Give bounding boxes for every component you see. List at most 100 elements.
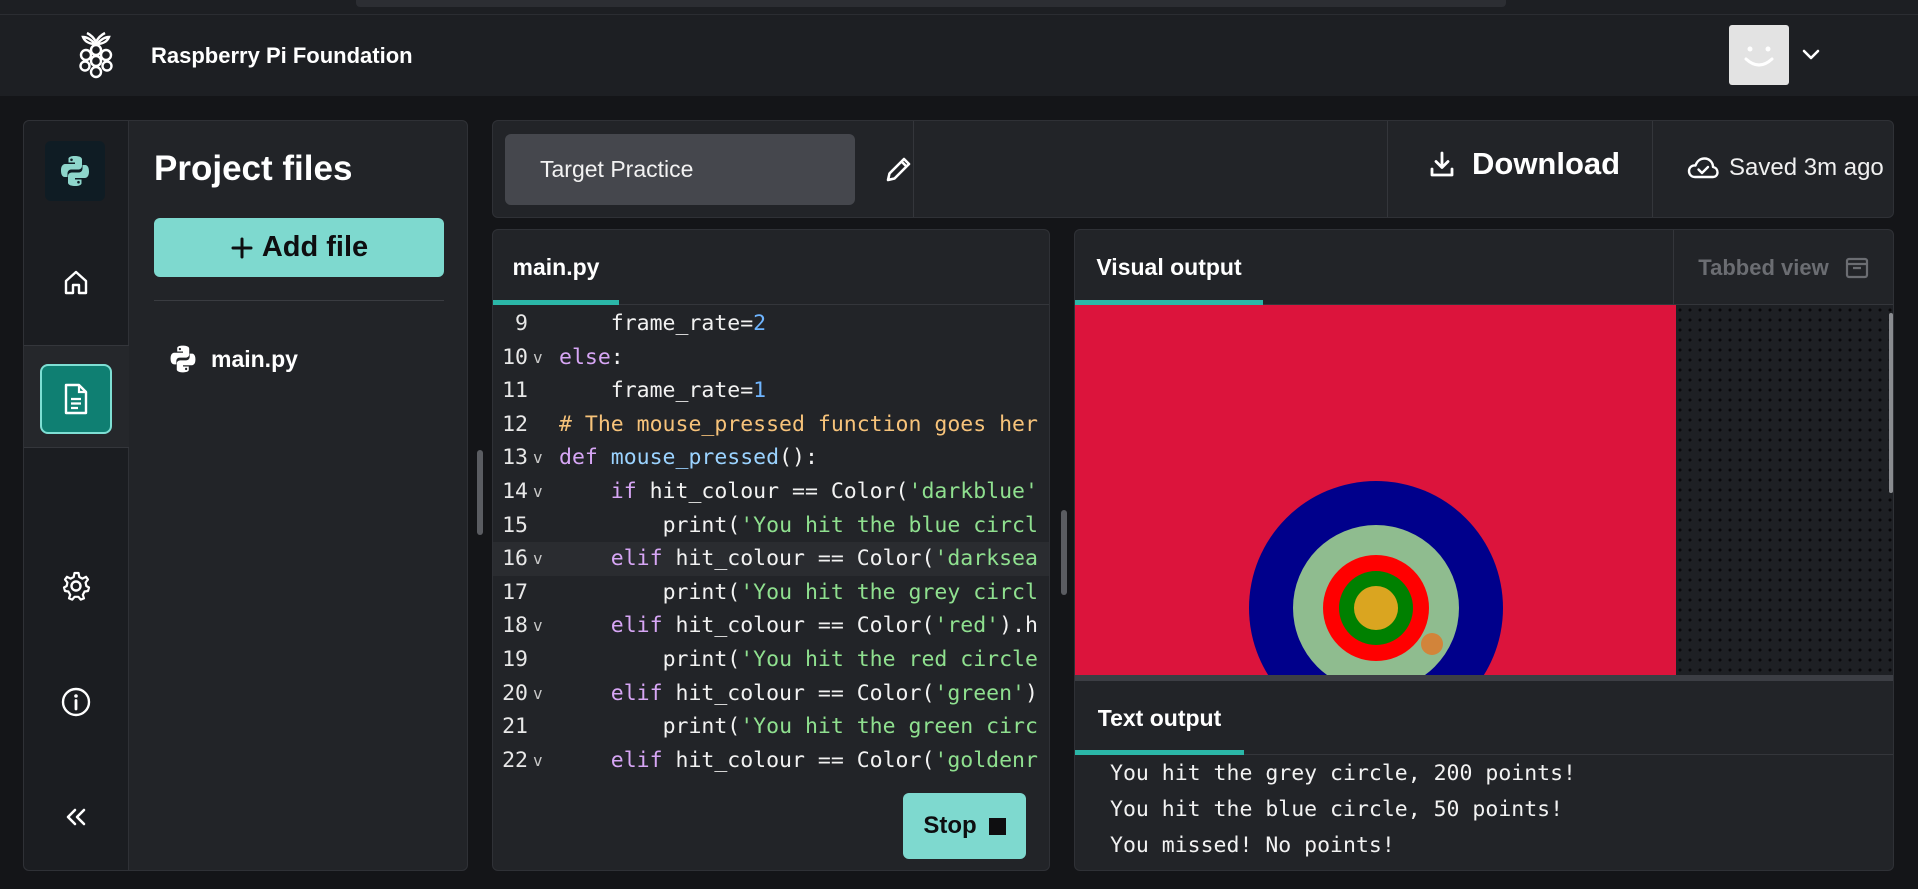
code-token: elif (610, 747, 663, 773)
code-token: print( (662, 512, 741, 538)
code-token: if (610, 479, 637, 504)
chevron-down-icon[interactable] (1799, 43, 1823, 67)
code-area[interactable]: 9 frame_rate=2 10 v else: 11 frame_rate=1 12 #… (493, 305, 1049, 775)
editor-tab-bar: main.py (493, 230, 1049, 305)
code-token: 'You hit the grey circl (740, 579, 1038, 605)
text-output: You hit the grey circle, 200 points! You… (1110, 756, 1576, 864)
stop-square-icon (988, 817, 1006, 835)
fold-toggle-icon[interactable]: v (533, 677, 543, 711)
code-token: mouse_pressed (610, 445, 780, 471)
code-token: (): (779, 445, 818, 471)
code-token: 2 (753, 311, 767, 336)
code-token: 1 (753, 378, 767, 404)
line-number: 17 (502, 579, 528, 605)
output-line: You hit the blue circle, 50 points! (1110, 797, 1564, 822)
code-text: else: (559, 341, 624, 375)
code-token: frame_rate= (610, 378, 754, 404)
visual-output-canvas[interactable] (1075, 305, 1676, 675)
code-token: print( (662, 714, 741, 740)
visual-scrollbar[interactable] (1889, 313, 1893, 493)
sidebar-item-files[interactable] (24, 345, 129, 448)
code-text: elif hit_colour == Color('red').h (559, 609, 1038, 643)
plus-icon (231, 237, 253, 258)
code-text: print('You hit the green circ (559, 710, 1038, 744)
code-token: ) (1025, 680, 1038, 706)
output-line: You hit the grey circle, 200 points! (1110, 761, 1576, 786)
code-token: 'You hit the blue circl (740, 512, 1038, 538)
code-text: elif hit_colour == Color('green') (559, 677, 1038, 711)
tab-visual-output[interactable]: Visual output (1075, 230, 1263, 305)
line-number: 10 (502, 344, 528, 370)
file-list-item[interactable]: main.py (167, 343, 298, 375)
browser-top-strip (0, 0, 1918, 14)
tab-main-py[interactable]: main.py (493, 230, 619, 305)
window-icon (1845, 257, 1868, 278)
raspberry-pi-logo-icon[interactable] (73, 29, 119, 81)
code-token: 'You hit the red circle (740, 647, 1038, 672)
tab-label: Text output (1097, 704, 1222, 731)
fold-toggle-icon[interactable]: v (533, 341, 543, 375)
line-number: 12 (502, 411, 528, 437)
code-token: elif (610, 546, 663, 572)
code-token: hit_colour == Color( (662, 546, 935, 572)
project-files-title: Project files (154, 149, 353, 188)
fold-toggle-icon[interactable]: v (533, 441, 543, 475)
file-icon[interactable] (40, 364, 112, 434)
code-text: frame_rate=2 (559, 307, 766, 341)
code-token: def (559, 445, 611, 471)
code-token: 'green' (934, 680, 1025, 706)
python-file-icon (170, 345, 196, 373)
code-token: hit_colour == Color( (662, 680, 935, 706)
pencil-icon[interactable] (881, 151, 917, 187)
code-line: 11 frame_rate=1 (493, 374, 1049, 408)
code-line: 12 # The mouse_pressed function goes her (493, 408, 1049, 442)
fold-toggle-icon[interactable]: v (533, 609, 543, 643)
sidebar-rail (24, 121, 129, 870)
tab-label: main.py (512, 254, 600, 280)
fold-toggle-icon[interactable]: v (533, 744, 543, 775)
download-icon (1430, 151, 1454, 177)
add-file-button[interactable]: Add file (154, 218, 444, 277)
download-button[interactable]: Download (1428, 146, 1620, 182)
fold-toggle-icon[interactable]: v (533, 542, 543, 576)
project-bar: Target Practice Download Saved 3m ago (492, 120, 1894, 218)
code-line: 20 v elif hit_colour == Color('green') (493, 677, 1049, 711)
code-token: else (559, 344, 611, 370)
info-icon[interactable] (56, 682, 96, 722)
gear-icon[interactable] (56, 566, 96, 606)
cloud-check-icon (1687, 157, 1719, 179)
line-number: 9 (515, 311, 528, 336)
separator (913, 121, 914, 217)
line-number: 22 (502, 747, 528, 773)
fold-toggle-icon[interactable]: v (533, 475, 543, 509)
code-line: 15 print('You hit the blue circl (493, 509, 1049, 543)
sidebar-scrollbar[interactable] (477, 450, 483, 535)
code-line: 10 v else: (493, 341, 1049, 375)
tab-text-output[interactable]: Text output (1075, 681, 1244, 755)
code-text: # The mouse_pressed function goes her (559, 408, 1038, 442)
editor-scrollbar[interactable] (1061, 510, 1067, 595)
python-logo-icon (45, 141, 105, 201)
code-line: 13 v def mouse_pressed(): (493, 441, 1049, 475)
tabbed-view-button[interactable]: Tabbed view (1673, 230, 1893, 305)
home-icon[interactable] (56, 262, 96, 302)
stop-button[interactable]: Stop (903, 793, 1026, 859)
browser-address-strip (356, 0, 1506, 7)
code-token: : (610, 344, 624, 370)
avatar[interactable] (1729, 25, 1789, 85)
collapse-icon[interactable] (56, 797, 96, 837)
code-token: elif (610, 613, 663, 639)
code-token: hit_colour == Color( (662, 613, 935, 639)
line-number: 18 (502, 613, 528, 639)
project-name-field[interactable]: Target Practice (505, 134, 855, 205)
code-text: print('You hit the blue circl (559, 509, 1038, 543)
line-number: 20 (502, 680, 528, 706)
output-line: You missed! No points! (1110, 833, 1395, 858)
avatar-face-icon (1744, 46, 1774, 67)
